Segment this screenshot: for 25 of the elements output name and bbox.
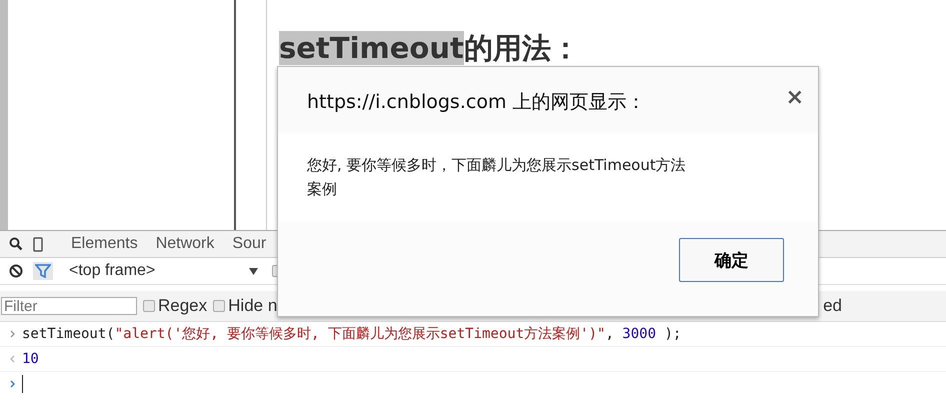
checkbox[interactable] [213, 300, 226, 312]
chevron-icon [10, 380, 14, 388]
panel-tab[interactable]: Sour [228, 235, 270, 253]
console-command-text: setTimeout("alert('您好, 要你等候多时, 下面麟儿为您展示setTimeout方法案例')", 3000 ); [22, 325, 682, 343]
panel-tab[interactable]: Elements [67, 235, 142, 253]
panel-tab[interactable]: Network [152, 235, 218, 253]
scrollbar[interactable] [0, 0, 8, 230]
chevron-icon [10, 355, 14, 363]
close-button[interactable]: × [786, 87, 804, 109]
checkbox-label: Regex [158, 296, 208, 316]
clear-icon[interactable] [9, 264, 23, 278]
search-icon[interactable] [9, 237, 23, 251]
filter-field[interactable]: Filter [1, 297, 137, 315]
filter-icon[interactable] [33, 262, 53, 280]
dialog-title: https://i.cnblogs.com 上的网页显示： [307, 90, 646, 115]
caret-icon[interactable] [249, 268, 258, 274]
frame-select[interactable]: <top frame> [69, 262, 239, 280]
chevron-icon [10, 330, 14, 338]
option-label: ed [823, 296, 842, 316]
checkbox[interactable] [143, 300, 155, 312]
dialog-message: 您好, 要你等候多时，下面麟儿为您展示setTimeout方法案例 [278, 133, 818, 221]
checkbox-label: Hide n [228, 296, 278, 316]
ok-button[interactable]: 确定 [679, 238, 784, 282]
phone-icon[interactable] [33, 236, 43, 252]
console-result: 10 [22, 351, 39, 367]
